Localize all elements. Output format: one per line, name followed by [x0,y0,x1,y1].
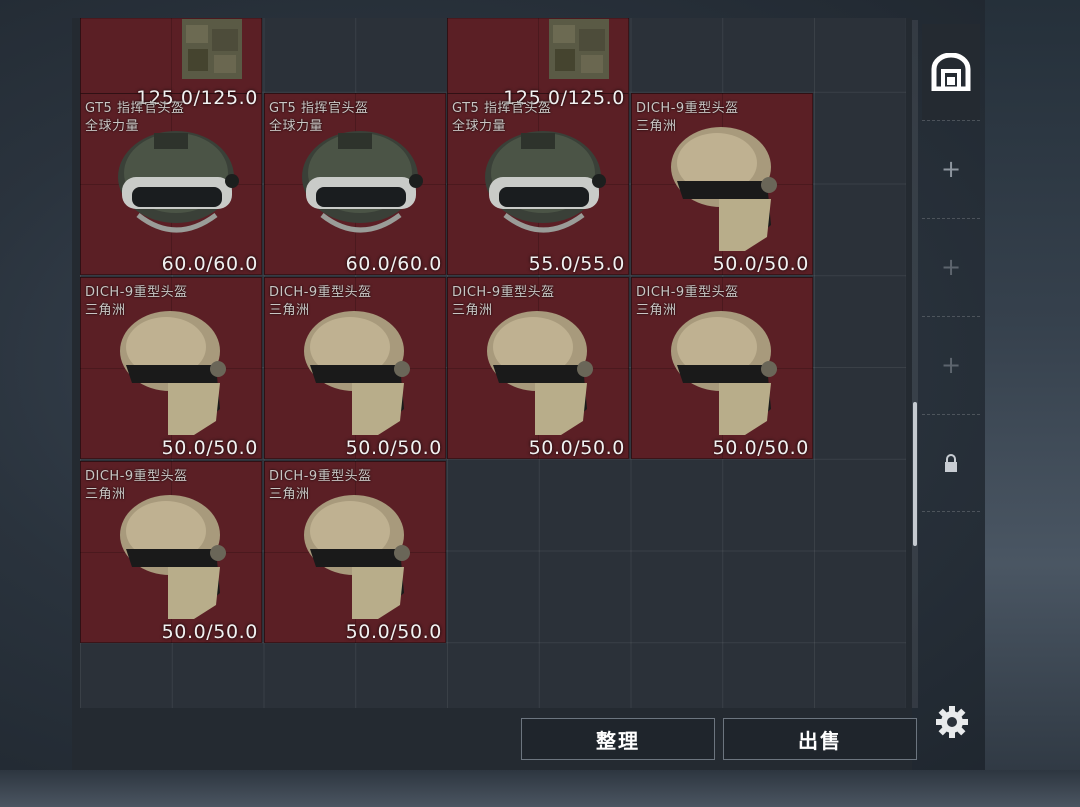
item-subtitle: 全球力量 [85,119,140,134]
dich9-helmet-icon [671,311,777,435]
item-name: DICH-9重型头盔 [269,469,372,484]
item-durability: 50.0/50.0 [345,437,442,459]
sell-button[interactable]: 出售 [723,718,917,760]
item-name: GT5 指挥官头盔 [85,101,185,116]
inventory-scrollbar[interactable] [912,20,918,708]
item-name: DICH-9重型头盔 [452,285,555,300]
inventory-item-helmet[interactable]: DICH-9重型头盔 三角洲 50.0/50.0 [264,277,446,459]
plus-icon: + [940,253,962,281]
item-subtitle: 三角洲 [269,303,310,318]
lock-icon [945,454,957,472]
gt5-helmet-icon [485,131,606,233]
backpack-icon [931,53,971,91]
item-durability: 50.0/50.0 [528,437,625,459]
inventory-item-helmet[interactable]: DICH-9重型头盔 三角洲 50.0/50.0 [80,277,262,459]
settings-button[interactable] [933,703,971,741]
inventory-item-helmet[interactable]: DICH-9重型头盔 三角洲 50.0/50.0 [631,277,813,459]
item-subtitle: 全球力量 [452,119,507,134]
dich9-helmet-icon [120,311,226,435]
item-durability: 50.0/50.0 [161,437,258,459]
item-subtitle: 三角洲 [636,303,677,318]
dich9-helmet-icon [304,495,410,619]
item-name: DICH-9重型头盔 [85,285,188,300]
sidebar-slot-add[interactable]: + [922,218,980,315]
plus-icon: + [940,351,962,379]
dich9-helmet-icon [120,495,226,619]
inventory-item-helmet[interactable]: DICH-9重型头盔 三角洲 50.0/50.0 [447,277,629,459]
sidebar-slot-add[interactable]: + [922,316,980,413]
sidebar-slot-backpack[interactable] [922,24,980,120]
item-name: DICH-9重型头盔 [269,285,372,300]
vest-icon [549,19,609,79]
item-durability: 50.0/50.0 [712,253,809,275]
container-sidebar: + + + [922,20,980,720]
inventory-item-helmet[interactable]: GT5 指挥官头盔 全球力量 60.0/60.0 [80,93,262,275]
dich9-helmet-icon [487,311,593,435]
item-durability: 50.0/50.0 [161,621,258,643]
gear-icon [936,706,968,738]
item-subtitle: 全球力量 [269,119,324,134]
vest-icon [182,19,242,79]
item-subtitle: 三角洲 [269,487,310,502]
item-subtitle: 三角洲 [85,487,126,502]
inventory-item-helmet[interactable]: DICH-9重型头盔 三角洲 50.0/50.0 [631,93,813,275]
item-name: DICH-9重型头盔 [636,285,739,300]
item-name: DICH-9重型头盔 [85,469,188,484]
item-name: GT5 指挥官头盔 [269,101,369,116]
item-durability: 60.0/60.0 [345,253,442,275]
inventory-item-helmet[interactable]: GT5 指挥官头盔 全球力量 60.0/60.0 [264,93,446,275]
scrollbar-thumb[interactable] [913,402,917,546]
inventory-item-helmet[interactable]: DICH-9重型头盔 三角洲 50.0/50.0 [264,461,446,643]
item-durability: 50.0/50.0 [712,437,809,459]
background-right [985,0,1080,807]
item-subtitle: 三角洲 [452,303,493,318]
inventory-item-helmet[interactable]: DICH-9重型头盔 三角洲 50.0/50.0 [80,461,262,643]
dich9-helmet-icon [671,127,777,251]
item-name: GT5 指挥官头盔 [452,101,552,116]
inventory-item-helmet[interactable]: GT5 指挥官头盔 全球力量 55.0/55.0 [447,93,629,275]
item-name: DICH-9重型头盔 [636,101,739,116]
organize-button[interactable]: 整理 [521,718,715,760]
item-durability: 50.0/50.0 [345,621,442,643]
gt5-helmet-icon [118,131,239,233]
inventory-grid[interactable]: 125.0/125.0 125.0/125.0 GT5 指挥官头盔 全球力量 6… [80,18,906,708]
gt5-helmet-icon [302,131,423,233]
background-bottom [0,770,1080,807]
item-subtitle: 三角洲 [85,303,126,318]
item-subtitle: 三角洲 [636,119,677,134]
plus-icon: + [940,155,962,183]
dich9-helmet-icon [304,311,410,435]
sidebar-slot-locked [922,414,980,512]
sidebar-slot-add[interactable]: + [922,120,980,217]
item-durability: 55.0/55.0 [528,253,625,275]
item-durability: 60.0/60.0 [161,253,258,275]
